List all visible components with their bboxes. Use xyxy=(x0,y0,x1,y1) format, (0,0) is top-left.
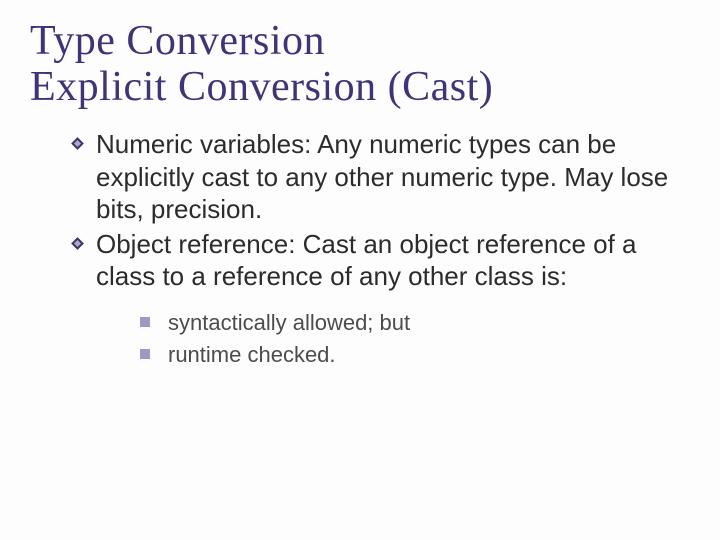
diamond-bullet-icon xyxy=(70,236,85,251)
sub-item: runtime checked. xyxy=(140,339,690,371)
sub-item: syntactically allowed; but xyxy=(140,307,690,339)
body-list: Numeric variables: Any numeric types can… xyxy=(70,128,680,293)
square-bullet-icon xyxy=(140,317,150,327)
body-item-text: Numeric variables: Any numeric types can… xyxy=(96,129,668,224)
square-bullet-icon xyxy=(140,349,150,359)
body-item-text: Object reference: Cast an object referen… xyxy=(96,229,637,292)
sub-item-text: runtime checked. xyxy=(168,342,336,367)
body-item: Numeric variables: Any numeric types can… xyxy=(70,128,680,226)
body-item: Object reference: Cast an object referen… xyxy=(70,228,680,293)
slide-title: Type Conversion Explicit Conversion (Cas… xyxy=(30,18,690,110)
sub-list: syntactically allowed; but runtime check… xyxy=(140,307,690,371)
sub-item-text: syntactically allowed; but xyxy=(168,310,410,335)
title-line-1: Type Conversion xyxy=(30,18,325,64)
diamond-bullet-icon xyxy=(70,136,85,151)
title-line-2: Explicit Conversion (Cast) xyxy=(30,64,493,110)
